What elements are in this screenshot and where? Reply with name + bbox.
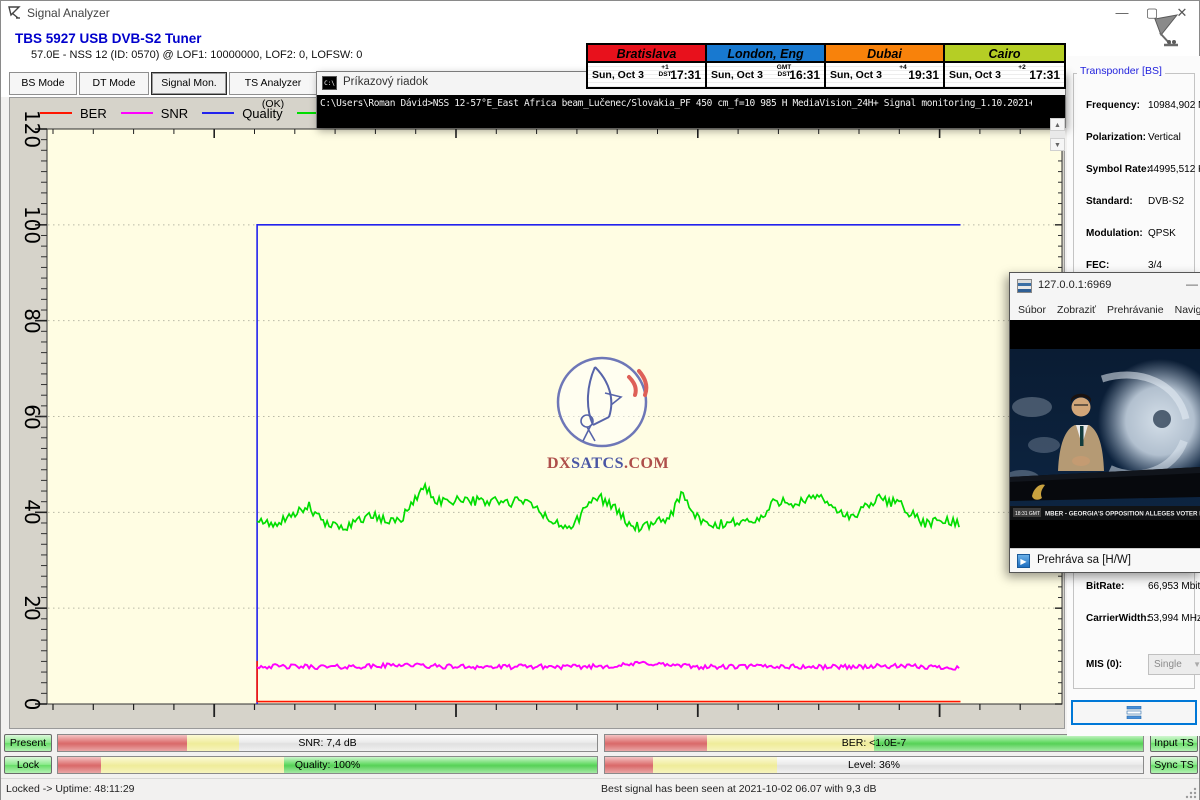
field-fec: FEC:3/4 xyxy=(1086,260,1200,271)
present-indicator[interactable]: Present xyxy=(4,734,52,752)
legend-line-snr xyxy=(121,112,153,114)
lock-indicator[interactable]: Lock xyxy=(4,756,52,774)
cmd-window-title: Príkazový riadok xyxy=(343,76,428,88)
menu-file[interactable]: Súbor xyxy=(1018,304,1046,316)
tuner-title: TBS 5927 USB DVB-S2 Tuner xyxy=(15,31,202,46)
tab-dt-mode[interactable]: DT Mode xyxy=(79,72,149,95)
chart-plot xyxy=(10,98,1066,730)
field-modulation: Modulation:QPSK xyxy=(1086,228,1200,239)
legend-ber: BER xyxy=(40,106,107,121)
news-ticker: MBER - GEORGIA'S OPPOSITION ALLEGES VOTE… xyxy=(1045,511,1200,518)
field-symbol-rate: Symbol Rate:44995,512 KS/s xyxy=(1086,164,1200,175)
satellite-dish-logo xyxy=(1151,13,1185,53)
field-standard: Standard:DVB-S2 xyxy=(1086,196,1200,207)
menu-navigation[interactable]: Navigácia xyxy=(1175,304,1200,316)
player-minimize-button[interactable]: — xyxy=(1186,277,1198,291)
player-status-text: Prehráva sa [H/W] xyxy=(1037,554,1131,566)
transponder-title: Transponder [BS] xyxy=(1077,65,1165,77)
y-axis-tick-label: 100 xyxy=(20,206,44,244)
play-icon: ▶ xyxy=(1017,554,1030,568)
dxsatcs-watermark: DXSATCS.COM xyxy=(547,355,669,473)
menu-playback[interactable]: Prehrávanie xyxy=(1107,304,1164,316)
y-axis-tick-label: 60 xyxy=(20,404,44,429)
legend-snr: SNR xyxy=(121,106,188,121)
video-area[interactable]: 18:31 GMT MBER - GEORGIA'S OPPOSITION AL… xyxy=(1010,320,1200,550)
resize-grip[interactable] xyxy=(1185,786,1198,799)
player-menu-bar: Súbor Zobraziť Prehrávanie Navigácia Obľ… xyxy=(1010,299,1200,320)
best-signal-status: Best signal has been seen at 2021-10-02 … xyxy=(601,783,877,795)
field-polarization: Polarization:Vertical xyxy=(1086,132,1200,143)
clock-date: Sun, Oct 3 xyxy=(830,69,882,81)
tab-ts-analyzer[interactable]: TS Analyzer (OK) xyxy=(229,72,317,95)
legend-line-ber xyxy=(40,112,72,114)
ticker-time: 18:31 GMT xyxy=(1015,511,1040,517)
tuner-subtitle: 57.0E - NSS 12 (ID: 0570) @ LOF1: 100000… xyxy=(31,49,362,61)
news-video-frame: 18:31 GMT MBER - GEORGIA'S OPPOSITION AL… xyxy=(1010,349,1200,520)
status-bar: Locked -> Uptime: 48:11:29 Best signal h… xyxy=(1,778,1199,800)
cmd-icon: C:\ xyxy=(322,76,337,90)
level-meter: Level: 36% xyxy=(604,756,1144,774)
clock-time: 16:31 xyxy=(789,68,820,82)
cmd-content[interactable]: C:\Users\Roman Dávid>NSS 12-57°E_East Af… xyxy=(317,95,1065,128)
sync-ts-indicator[interactable]: Sync TS xyxy=(1150,756,1198,774)
clock-date: Sun, Oct 3 xyxy=(592,69,644,81)
clock-cairo: Cairo Sun, Oct 3 +2 17:31 xyxy=(945,45,1064,87)
player-window-title: 127.0.0.1:6969 xyxy=(1038,279,1111,291)
cmd-scrollbar[interactable]: ▲ ▼ xyxy=(1050,118,1065,151)
chevron-down-icon: ▼ xyxy=(1193,655,1200,674)
quality-meter: Quality: 100% xyxy=(57,756,598,774)
y-axis-tick-label: 40 xyxy=(20,500,44,525)
field-bitrate: BitRate:66,953 Mbit/s xyxy=(1086,581,1200,592)
clock-dubai: Dubai Sun, Oct 3 +4 19:31 xyxy=(826,45,945,87)
mode-tabs: BS Mode DT Mode Signal Mon. TS Analyzer … xyxy=(9,72,317,95)
dxsatcs-text: DXSATCS.COM xyxy=(547,455,669,473)
lock-uptime-status: Locked -> Uptime: 48:11:29 xyxy=(6,783,135,795)
signal-analyzer-window: Signal Analyzer — ▢ ✕ TBS 5927 USB DVB-S… xyxy=(0,0,1200,800)
y-axis-tick-label: 0 xyxy=(20,698,44,711)
window-title: Signal Analyzer xyxy=(27,6,110,20)
scroll-up-icon[interactable]: ▲ xyxy=(1050,118,1065,131)
minimize-button[interactable]: — xyxy=(1107,3,1137,23)
scroll-down-icon[interactable]: ▼ xyxy=(1050,138,1065,151)
y-axis-tick-label: 80 xyxy=(20,308,44,333)
world-clocks: Bratislava Sun, Oct 3 +1DST 17:31 London… xyxy=(586,43,1066,89)
legend-line-quality xyxy=(202,112,234,114)
input-ts-indicator[interactable]: Input TS xyxy=(1150,734,1198,752)
list-icon xyxy=(1126,706,1142,719)
ber-meter: BER: <1.0E-7 xyxy=(604,734,1144,752)
clock-date: Sun, Oct 3 xyxy=(711,69,763,81)
clock-bratislava: Bratislava Sun, Oct 3 +1DST 17:31 xyxy=(588,45,707,87)
player-status-bar: ▶ Prehráva sa [H/W] xyxy=(1010,548,1200,572)
clock-date: Sun, Oct 3 xyxy=(949,69,1001,81)
tab-bs-mode[interactable]: BS Mode xyxy=(9,72,77,95)
mis-dropdown[interactable]: Single▼ xyxy=(1148,654,1200,675)
dxsatcs-logo-icon xyxy=(547,355,657,450)
clock-time: 17:31 xyxy=(670,68,701,82)
signal-chart: BER SNR Quality Level 020406080100120 DX… xyxy=(9,97,1065,729)
y-axis-tick-label: 20 xyxy=(20,595,44,620)
clock-london: London, Eng Sun, Oct 3 GMTDST 16:31 xyxy=(707,45,826,87)
clock-time: 19:31 xyxy=(908,68,939,82)
y-axis-tick-label: 120 xyxy=(20,110,44,148)
app-satellite-icon xyxy=(8,5,23,20)
menu-view[interactable]: Zobraziť xyxy=(1057,304,1096,316)
field-carrier-width: CarrierWidth:53,994 MHz xyxy=(1086,613,1200,624)
media-player-window[interactable]: 127.0.0.1:6969 — Súbor Zobraziť Prehráva… xyxy=(1009,272,1200,573)
clock-time: 17:31 xyxy=(1029,68,1060,82)
tab-signal-mon[interactable]: Signal Mon. xyxy=(151,72,227,95)
field-frequency: Frequency:10984,902 MHz xyxy=(1086,100,1200,111)
snr-meter: SNR: 7,4 dB xyxy=(57,734,598,752)
title-bar: Signal Analyzer — ▢ ✕ xyxy=(1,1,1199,25)
field-mis: MIS (0): Single▼ xyxy=(1086,659,1200,670)
stream-list-button[interactable] xyxy=(1071,700,1197,725)
cmd-command-line: C:\Users\Roman Dávid>NSS 12-57°E_East Af… xyxy=(320,98,1032,109)
media-player-icon xyxy=(1017,279,1032,293)
player-title-bar[interactable]: 127.0.0.1:6969 — xyxy=(1010,273,1200,299)
